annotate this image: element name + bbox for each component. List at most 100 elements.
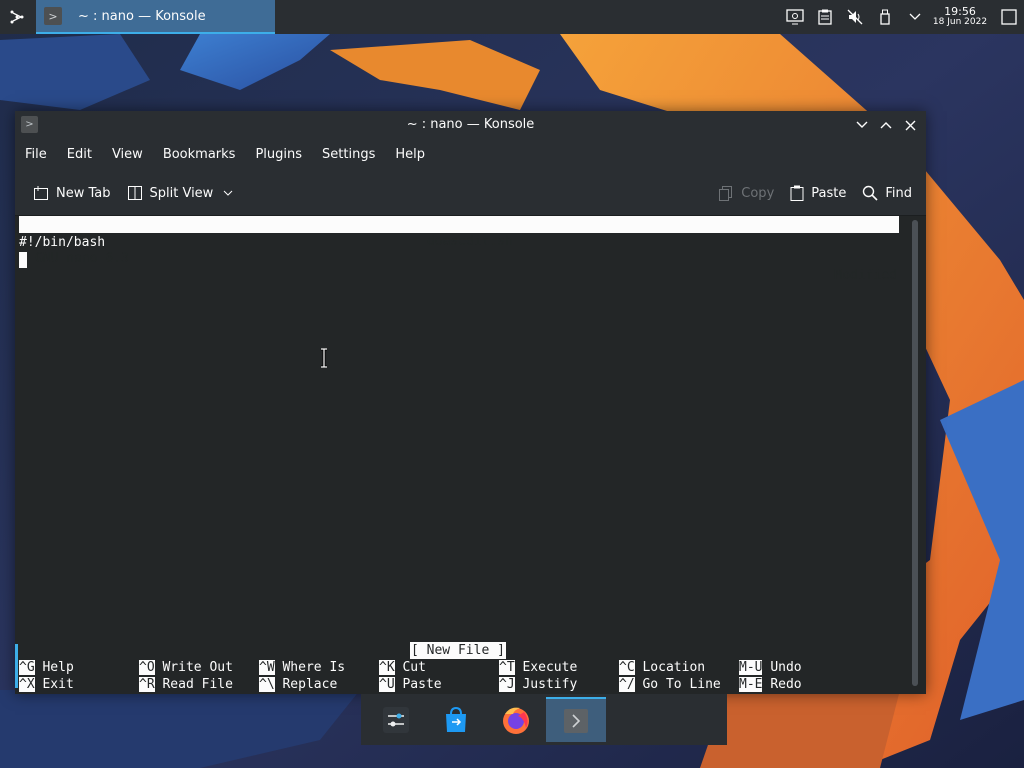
- shortcut-cut: ^K Cut: [379, 659, 426, 676]
- clipboard-icon[interactable]: [810, 0, 840, 34]
- menu-plugins[interactable]: Plugins: [245, 139, 312, 171]
- shortcut-label: Where Is: [282, 660, 346, 675]
- shortcut-write-out: ^O Write Out: [139, 659, 233, 676]
- window-edge-accent: [15, 644, 18, 688]
- shortcut-key: ^C: [619, 660, 635, 675]
- clock-time: 19:56: [944, 5, 976, 18]
- split-view-button[interactable]: Split View: [119, 177, 249, 209]
- menu-file[interactable]: File: [15, 139, 57, 171]
- dock-system-settings[interactable]: [366, 697, 426, 742]
- chevron-up-icon: [880, 122, 892, 129]
- shortcut-location: ^C Location: [619, 659, 705, 676]
- dock-konsole[interactable]: [546, 697, 606, 742]
- konsole-window: > ~ : nano — Konsole File Edit View Book…: [15, 111, 926, 694]
- bottom-panel: [361, 694, 727, 745]
- mouse-ibeam-icon: [321, 348, 327, 368]
- dock-firefox[interactable]: [486, 697, 546, 742]
- chevron-down-icon[interactable]: [900, 0, 930, 34]
- menu-help[interactable]: Help: [385, 139, 435, 171]
- nano-filename: doasedit.sh: [426, 234, 514, 249]
- shortcut-label: Exit: [42, 677, 74, 692]
- shortcut-key: ^T: [499, 660, 515, 675]
- usb-icon[interactable]: [870, 0, 900, 34]
- terminal-scrollbar[interactable]: [912, 220, 918, 686]
- taskbar-item-label: ~ : nano — Konsole: [78, 8, 206, 24]
- menu-edit[interactable]: Edit: [57, 139, 102, 171]
- split-view-label: Split View: [149, 185, 214, 201]
- shortcut-read-file: ^R Read File: [139, 676, 233, 693]
- menu-bookmarks[interactable]: Bookmarks: [153, 139, 246, 171]
- shortcut-justify: ^J Justify: [499, 676, 577, 693]
- top-panel: > ~ : nano — Konsole 19:56 18 Jun 2022: [0, 0, 1024, 34]
- copy-icon: [719, 186, 733, 201]
- split-view-icon: [127, 186, 142, 200]
- system-tray: 19:56 18 Jun 2022: [780, 0, 1024, 34]
- show-desktop-icon[interactable]: [994, 0, 1024, 34]
- window-titlebar[interactable]: > ~ : nano — Konsole: [15, 111, 926, 139]
- shortcut-key: ^\: [259, 677, 275, 692]
- shortcut-label: Replace: [282, 677, 338, 692]
- paste-button[interactable]: Paste: [782, 177, 854, 209]
- new-tab-label: New Tab: [56, 185, 111, 201]
- paste-label: Paste: [811, 185, 847, 201]
- shortcut-label: Read File: [162, 677, 233, 692]
- shortcut-label: Cut: [402, 660, 426, 675]
- minimize-button[interactable]: [850, 111, 874, 139]
- firefox-icon: [503, 707, 529, 734]
- find-label: Find: [885, 185, 912, 201]
- scrollbar-thumb[interactable]: [912, 220, 918, 686]
- launcher-icon: [10, 10, 24, 24]
- copy-button[interactable]: Copy: [710, 177, 782, 209]
- volume-muted-icon[interactable]: [840, 0, 870, 34]
- nano-modified-state: Modified: [834, 268, 897, 283]
- shortcut-redo: M-E Redo: [739, 676, 802, 693]
- menu-bar: File Edit View Bookmarks Plugins Setting…: [15, 139, 926, 171]
- window-title: ~ : nano — Konsole: [406, 117, 535, 132]
- store-icon: [446, 706, 466, 732]
- taskbar-item-konsole[interactable]: > ~ : nano — Konsole: [36, 0, 275, 34]
- terminal-view[interactable]: doasedit.sh GNU nano 6.3 Modified #!/bin…: [15, 216, 926, 694]
- shortcut-label: Location: [642, 660, 706, 675]
- screen-icon[interactable]: [780, 0, 810, 34]
- shortcut-go-to-line: ^/ Go To Line: [619, 676, 721, 693]
- new-tab-button[interactable]: New Tab: [25, 177, 119, 209]
- shortcut-replace: ^\ Replace: [259, 676, 337, 693]
- shortcut-key: ^R: [139, 677, 155, 692]
- nano-version: GNU nano 6.3: [35, 251, 129, 266]
- shortcut-key: ^U: [379, 677, 395, 692]
- shortcut-undo: M-U Undo: [739, 659, 802, 676]
- close-icon: [905, 120, 915, 130]
- konsole-icon: [564, 708, 588, 733]
- clock-date: 18 Jun 2022: [932, 17, 988, 27]
- shortcut-label: Redo: [770, 677, 802, 692]
- shortcut-key: ^K: [379, 660, 395, 675]
- shortcut-execute: ^T Execute: [499, 659, 577, 676]
- menu-settings[interactable]: Settings: [312, 139, 385, 171]
- shortcut-key: ^W: [259, 660, 275, 675]
- shortcut-label: Paste: [402, 677, 442, 692]
- menu-view[interactable]: View: [102, 139, 153, 171]
- shortcut-where-is: ^W Where Is: [259, 659, 345, 676]
- digital-clock[interactable]: 19:56 18 Jun 2022: [930, 6, 990, 28]
- shortcut-key: ^X: [19, 677, 35, 692]
- shortcut-key: ^G: [19, 660, 35, 675]
- search-icon: [863, 185, 878, 201]
- paste-icon: [790, 185, 804, 201]
- copy-label: Copy: [741, 185, 775, 201]
- settings-icon: [383, 706, 409, 733]
- shortcut-label: Undo: [770, 660, 802, 675]
- konsole-icon: >: [44, 7, 62, 25]
- application-launcher[interactable]: [0, 0, 34, 34]
- editor-line: #!/bin/bash: [19, 235, 106, 250]
- main-toolbar: New Tab Split View Copy Paste Find: [15, 171, 926, 216]
- dock-discover[interactable]: [426, 697, 486, 742]
- find-button[interactable]: Find: [854, 177, 920, 209]
- shortcut-key: M-U: [739, 660, 763, 675]
- close-button[interactable]: [898, 111, 922, 139]
- text-cursor: [19, 252, 27, 268]
- shortcut-key: ^/: [619, 677, 635, 692]
- nano-status-message: [ New File ]: [410, 642, 506, 659]
- maximize-button[interactable]: [874, 111, 898, 139]
- shortcut-help: ^G Help: [19, 659, 74, 676]
- shortcut-label: Justify: [522, 677, 578, 692]
